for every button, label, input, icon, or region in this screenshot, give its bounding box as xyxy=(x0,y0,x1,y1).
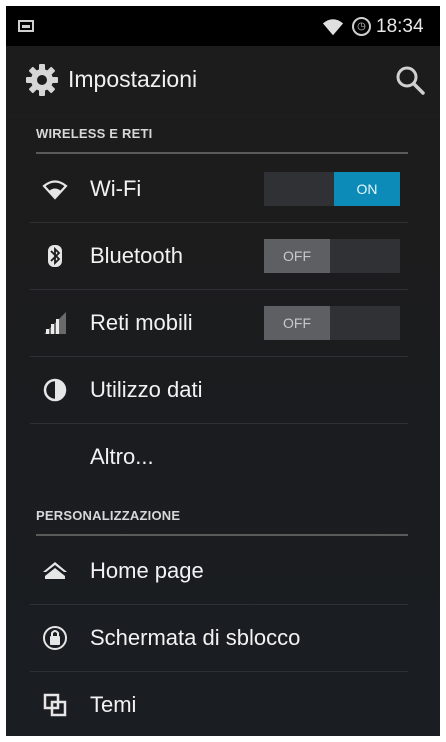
bluetooth-icon xyxy=(48,245,62,267)
action-bar: Impostazioni xyxy=(6,46,440,114)
wifi-icon xyxy=(42,180,68,200)
data-usage-icon xyxy=(43,378,67,402)
settings-item-wifi[interactable]: Wi-Fi ON xyxy=(30,156,408,223)
settings-item-data-usage[interactable]: Utilizzo dati xyxy=(30,357,408,424)
settings-item-mobile-networks[interactable]: Reti mobili OFF xyxy=(30,290,408,357)
bluetooth-toggle[interactable]: OFF xyxy=(264,239,400,273)
mobile-networks-toggle[interactable]: OFF xyxy=(264,306,400,340)
toggle-state: OFF xyxy=(264,306,330,340)
section-header-wireless: WIRELESS E RETI xyxy=(36,118,408,154)
image-notification-icon xyxy=(18,20,34,32)
settings-item-lock-screen[interactable]: Schermata di sblocco xyxy=(30,605,408,672)
wifi-toggle[interactable]: ON xyxy=(264,172,400,206)
settings-item-label: Temi xyxy=(90,692,137,717)
settings-item-more[interactable]: Altro... xyxy=(30,424,408,491)
settings-item-themes[interactable]: Temi xyxy=(30,672,408,736)
settings-screen: ◷ 18:34 Impostazioni WIRELESS E RETI Wi-… xyxy=(6,6,440,736)
settings-gear-icon[interactable] xyxy=(24,62,60,98)
toggle-state: OFF xyxy=(264,239,330,273)
home-icon xyxy=(43,562,67,579)
clock: 18:34 xyxy=(376,16,424,37)
wifi-status-icon xyxy=(322,19,344,36)
settings-item-label: Schermata di sblocco xyxy=(90,625,301,650)
settings-item-label: Utilizzo dati xyxy=(90,377,203,402)
search-icon[interactable] xyxy=(394,64,426,96)
settings-item-label: Reti mobili xyxy=(90,310,193,335)
settings-item-label: Bluetooth xyxy=(90,243,183,268)
status-bar: ◷ 18:34 xyxy=(6,6,440,46)
settings-item-home[interactable]: Home page xyxy=(30,538,408,605)
alarm-icon: ◷ xyxy=(352,17,371,36)
lock-icon xyxy=(43,626,67,650)
section-header-personalization: PERSONALIZZAZIONE xyxy=(36,500,408,536)
settings-item-label: Wi-Fi xyxy=(90,176,142,201)
page-title: Impostazioni xyxy=(68,66,198,92)
settings-item-bluetooth[interactable]: Bluetooth OFF xyxy=(30,223,408,290)
themes-icon xyxy=(43,693,67,717)
settings-item-label: Altro... xyxy=(90,444,154,469)
toggle-state: ON xyxy=(334,172,400,206)
signal-icon xyxy=(44,312,66,334)
settings-item-label: Home page xyxy=(90,558,204,583)
